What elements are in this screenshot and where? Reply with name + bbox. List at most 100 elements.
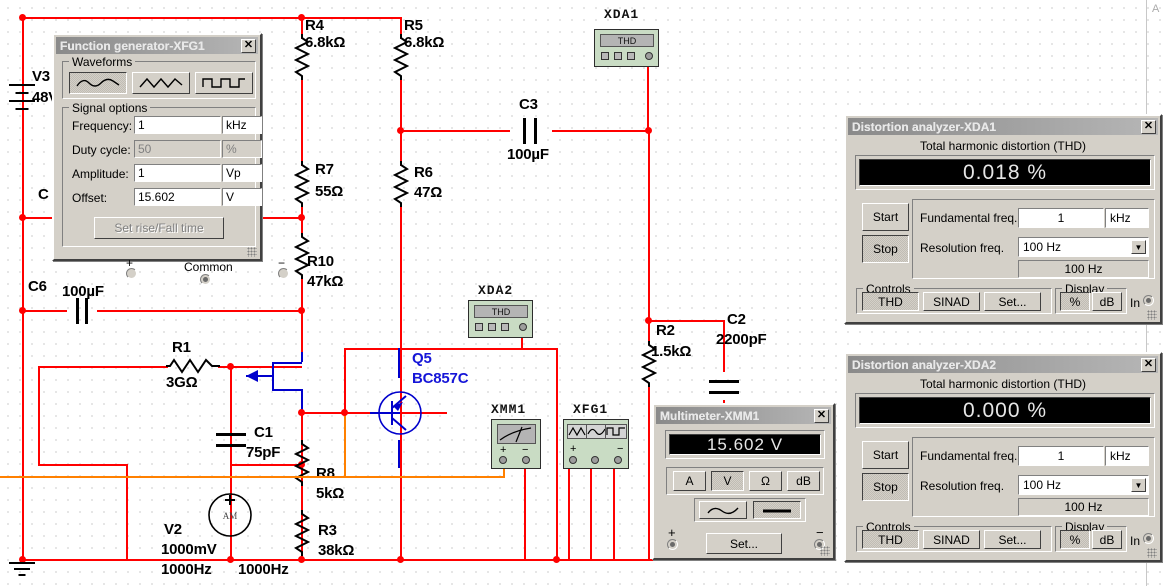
- wire-left-down: [22, 217, 24, 560]
- resistor-r3-symbol[interactable]: [294, 510, 310, 556]
- set-button[interactable]: Set...: [706, 533, 782, 554]
- component-value3-v2: 1000Hz: [238, 561, 289, 578]
- resolution-freq-readout: 100 Hz: [1018, 498, 1149, 516]
- control-sinad-button[interactable]: SINAD: [923, 292, 980, 311]
- fundamental-freq-input[interactable]: 1: [1018, 208, 1104, 228]
- capacitor-c6-symbol[interactable]: [67, 298, 97, 324]
- function-generator-titlebar[interactable]: Function generator-XFG1 ✕: [56, 37, 258, 54]
- thd-display: 0.000 %: [859, 397, 1151, 424]
- component-ref-v2: V2: [164, 521, 182, 538]
- offset-input[interactable]: 15.602: [134, 188, 221, 206]
- capacitor-c3-symbol[interactable]: [510, 118, 552, 144]
- chevron-down-icon[interactable]: ▼: [1131, 478, 1146, 492]
- signal-button-dc[interactable]: [753, 501, 801, 519]
- component-ref-r2: R2: [656, 322, 675, 339]
- waveform-square-button[interactable]: [195, 72, 253, 94]
- resize-grip[interactable]: [1146, 309, 1157, 320]
- control-set-button[interactable]: Set...: [984, 292, 1041, 311]
- control-sinad-button[interactable]: SINAD: [923, 530, 980, 549]
- resolution-freq-select[interactable]: 100 Hz ▼: [1018, 475, 1149, 495]
- distortion-analyzer-xda1-window[interactable]: Distortion analyzer-XDA1 ✕ Total harmoni…: [844, 114, 1162, 324]
- capacitor-c2-symbol[interactable]: [709, 372, 739, 402]
- terminal-minus-label: −: [816, 525, 824, 540]
- mode-button-decibel[interactable]: dB: [787, 471, 820, 491]
- waveform-sine-button[interactable]: [69, 72, 127, 94]
- amplitude-input[interactable]: 1: [134, 164, 221, 182]
- component-value-q5: BC857C: [412, 370, 469, 387]
- resize-grip[interactable]: [246, 246, 257, 257]
- component-value-r4: 6.8kΩ: [305, 34, 346, 51]
- instrument-icon-xfg1[interactable]: + −: [563, 419, 629, 469]
- node: [298, 214, 305, 221]
- stop-button[interactable]: Stop: [862, 473, 909, 501]
- control-thd-button[interactable]: THD: [862, 530, 919, 549]
- wire-c6-to-jfet: [301, 310, 303, 352]
- plus-sign: +: [570, 443, 577, 455]
- close-icon[interactable]: ✕: [1141, 357, 1156, 372]
- wire-r1-left: [38, 366, 168, 368]
- wire-r2-bottom: [648, 385, 650, 560]
- control-thd-button[interactable]: THD: [862, 292, 919, 311]
- wire-c3-left: [400, 130, 510, 132]
- signal-button-ac[interactable]: [699, 501, 747, 519]
- resistor-r1-symbol[interactable]: [166, 358, 220, 374]
- resistor-r7-symbol[interactable]: [294, 161, 310, 207]
- in-terminal[interactable]: [1143, 533, 1154, 544]
- terminal-common[interactable]: [200, 274, 211, 285]
- resize-grip[interactable]: [1146, 547, 1157, 558]
- display-unit-percent-button[interactable]: %: [1060, 530, 1090, 549]
- display-unit-percent-button[interactable]: %: [1060, 292, 1090, 311]
- close-icon[interactable]: ✕: [1141, 119, 1156, 134]
- control-set-button[interactable]: Set...: [984, 530, 1041, 549]
- wire-v2-to-r8: [230, 464, 302, 466]
- transistor-q5-symbol[interactable]: [377, 390, 423, 436]
- close-icon[interactable]: ✕: [814, 408, 829, 423]
- mode-button-current[interactable]: A: [673, 471, 706, 491]
- xda1-titlebar[interactable]: Distortion analyzer-XDA1 ✕: [848, 118, 1158, 135]
- resize-grip[interactable]: [819, 545, 830, 556]
- frequency-unit[interactable]: kHz: [222, 116, 262, 134]
- schematic-canvas[interactable]: V3 48V C C6 100µF R4 6.8kΩ R5 6.8kΩ R7 5…: [0, 0, 1166, 586]
- start-button[interactable]: Start: [862, 441, 909, 469]
- display-unit-db-button[interactable]: dB: [1092, 530, 1122, 549]
- fundamental-freq-unit[interactable]: kHz: [1105, 446, 1149, 466]
- mode-button-voltage[interactable]: V: [711, 471, 744, 491]
- wire-c3-to-r2: [648, 130, 650, 322]
- amplitude-unit[interactable]: Vp: [222, 164, 262, 182]
- instrument-icon-xda1[interactable]: THD: [594, 29, 659, 67]
- multimeter-display: 15.602 V: [669, 434, 821, 455]
- capacitor-c1-symbol[interactable]: [216, 425, 246, 455]
- chevron-down-icon[interactable]: ▼: [1131, 240, 1146, 254]
- resistor-r6-symbol[interactable]: [393, 161, 409, 207]
- waveforms-group-label: Waveforms: [69, 55, 136, 69]
- node: [298, 307, 305, 314]
- fundamental-freq-input[interactable]: 1: [1018, 446, 1104, 466]
- source-v2-symbol[interactable]: AM: [207, 492, 253, 538]
- terminal-plus[interactable]: [126, 268, 137, 279]
- fundamental-freq-unit[interactable]: kHz: [1105, 208, 1149, 228]
- set-rise-fall-time-button: Set rise/Fall time: [94, 217, 224, 239]
- distortion-analyzer-xda2-window[interactable]: Distortion analyzer-XDA2 ✕ Total harmoni…: [844, 352, 1162, 562]
- terminal-plus[interactable]: [667, 539, 678, 550]
- frequency-input[interactable]: 1: [134, 116, 221, 134]
- mode-button-resistance[interactable]: Ω: [749, 471, 782, 491]
- multimeter-window[interactable]: Multimeter-XMM1 ✕ 15.602 V A V Ω dB + Se…: [652, 403, 835, 560]
- function-generator-window[interactable]: Function generator-XFG1 ✕ Waveforms Sign…: [52, 33, 289, 285]
- waveform-triangle-button[interactable]: [132, 72, 190, 94]
- stop-button[interactable]: Stop: [862, 235, 909, 263]
- component-value-r6: 47Ω: [414, 184, 443, 201]
- instrument-icon-xmm1[interactable]: + −: [491, 419, 541, 469]
- resolution-freq-select[interactable]: 100 Hz ▼: [1018, 237, 1149, 257]
- terminal-minus[interactable]: [278, 268, 289, 279]
- instrument-icon-xda2[interactable]: THD: [468, 300, 533, 338]
- resistor-r8-symbol[interactable]: [294, 440, 310, 486]
- multimeter-titlebar[interactable]: Multimeter-XMM1 ✕: [656, 407, 831, 424]
- wire-r5-r6: [400, 78, 402, 166]
- close-icon[interactable]: ✕: [241, 38, 256, 53]
- xda2-titlebar[interactable]: Distortion analyzer-XDA2 ✕: [848, 356, 1158, 373]
- in-terminal[interactable]: [1143, 295, 1154, 306]
- start-button[interactable]: Start: [862, 203, 909, 231]
- offset-unit[interactable]: V: [222, 188, 262, 206]
- display-unit-db-button[interactable]: dB: [1092, 292, 1122, 311]
- resolution-freq-label: Resolution freq.: [920, 479, 1005, 493]
